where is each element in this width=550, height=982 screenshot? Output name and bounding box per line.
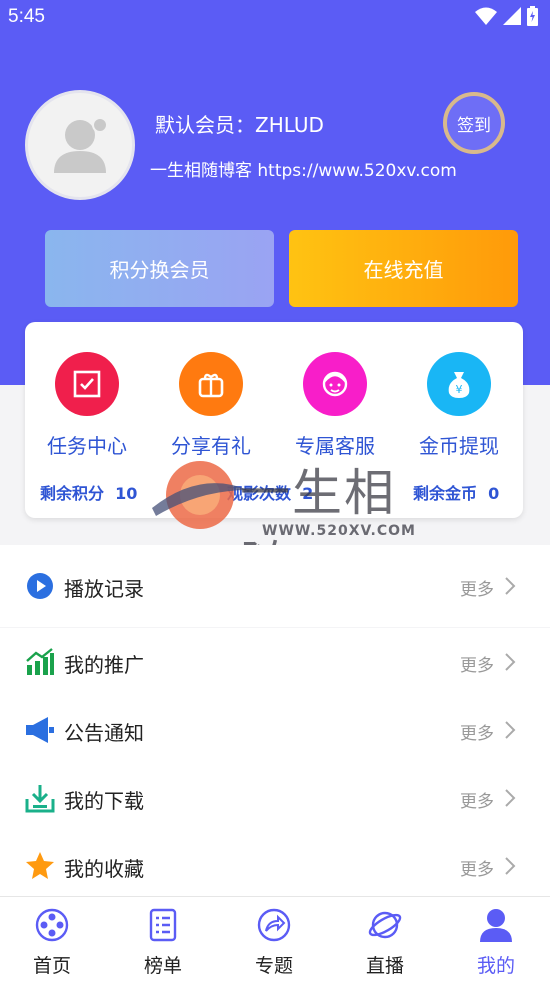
task-icon bbox=[55, 352, 119, 416]
customer-service[interactable]: 专属客服 bbox=[273, 352, 397, 459]
menu-item-my-favorites[interactable]: 我的收藏 更多 bbox=[0, 832, 550, 896]
svg-text:¥: ¥ bbox=[456, 383, 463, 396]
play-icon bbox=[24, 570, 56, 602]
views-label: 观影次数 bbox=[227, 484, 292, 503]
tab-label: 我的 bbox=[476, 955, 515, 977]
points-value: 10 bbox=[115, 484, 138, 503]
menu-title: 我的推广 bbox=[64, 653, 144, 677]
status-time: 5:45 bbox=[8, 6, 45, 27]
blog-line: 一生相随博客 https://www.520xv.com bbox=[150, 161, 457, 181]
menu-title: 我的下载 bbox=[64, 789, 144, 813]
tab-mine[interactable]: 我的 bbox=[446, 907, 546, 978]
user-icon bbox=[480, 909, 512, 942]
avatar[interactable] bbox=[25, 90, 135, 200]
tab-label: 榜单 bbox=[143, 955, 182, 977]
gift-icon bbox=[179, 352, 243, 416]
function-card: 任务中心 分享有礼 专属客服 ¥ 金币提现 剩余积分 10 观影次数 2 剩余金… bbox=[25, 322, 523, 518]
menu-more[interactable]: 更多 bbox=[460, 787, 494, 812]
menu-more[interactable]: 更多 bbox=[460, 575, 494, 600]
tab-live[interactable]: 直播 bbox=[335, 907, 435, 978]
chevron-right-icon bbox=[505, 577, 516, 595]
menu-more[interactable]: 更多 bbox=[460, 855, 494, 880]
chevron-right-icon bbox=[505, 653, 516, 671]
default-avatar-icon bbox=[54, 117, 108, 173]
customer-service-label: 专属客服 bbox=[295, 434, 375, 458]
task-center[interactable]: 任务中心 bbox=[25, 352, 149, 459]
menu-title: 我的收藏 bbox=[64, 857, 144, 881]
coin-withdraw[interactable]: ¥ 金币提现 bbox=[397, 352, 521, 459]
menu-more[interactable]: 更多 bbox=[460, 719, 494, 744]
checkin-button[interactable]: 签到 bbox=[443, 92, 505, 154]
menu-item-announcements[interactable]: 公告通知 更多 bbox=[0, 696, 550, 764]
bottom-tab-bar: 首页 榜单 专题 直播 我的 bbox=[0, 896, 550, 982]
coins-value: 0 bbox=[488, 484, 500, 503]
recharge-button[interactable]: 在线充值 bbox=[289, 230, 518, 307]
coins-stat: 剩余金币 0 bbox=[413, 480, 499, 504]
chevron-right-icon bbox=[505, 789, 516, 807]
chart-icon bbox=[24, 646, 56, 678]
chevron-right-icon bbox=[505, 721, 516, 739]
wifi-icon bbox=[475, 7, 497, 25]
menu-title: 播放记录 bbox=[64, 577, 144, 601]
coin-withdraw-label: 金币提现 bbox=[419, 434, 499, 458]
list-icon bbox=[149, 908, 177, 942]
tab-label: 直播 bbox=[365, 955, 404, 977]
planet-icon bbox=[368, 911, 402, 939]
tab-label: 专题 bbox=[254, 955, 293, 977]
chevron-right-icon bbox=[505, 857, 516, 875]
signal-icon bbox=[503, 7, 521, 25]
watermark-url: WWW.520XV.COM bbox=[262, 523, 416, 539]
menu-more[interactable]: 更多 bbox=[460, 651, 494, 676]
download-icon bbox=[24, 782, 56, 814]
tab-rankings[interactable]: 榜单 bbox=[113, 907, 213, 978]
menu-item-my-downloads[interactable]: 我的下载 更多 bbox=[0, 764, 550, 832]
points-label: 剩余积分 bbox=[40, 484, 105, 503]
battery-icon bbox=[527, 6, 538, 26]
megaphone-icon bbox=[24, 714, 56, 746]
member-name: 默认会员：ZHLUD bbox=[155, 113, 324, 137]
views-stat: 观影次数 2 bbox=[227, 480, 313, 504]
tab-topics[interactable]: 专题 bbox=[224, 907, 324, 978]
task-center-label: 任务中心 bbox=[47, 434, 127, 458]
tab-label: 首页 bbox=[32, 955, 71, 977]
coins-label: 剩余金币 bbox=[413, 484, 478, 503]
share-icon bbox=[257, 908, 291, 942]
service-icon bbox=[303, 352, 367, 416]
menu-title: 公告通知 bbox=[64, 721, 144, 745]
share-gift[interactable]: 分享有礼 bbox=[149, 352, 273, 459]
status-bar: 5:45 bbox=[0, 0, 550, 36]
points-exchange-button[interactable]: 积分换会员 bbox=[45, 230, 274, 307]
share-gift-label: 分享有礼 bbox=[171, 434, 251, 458]
points-stat: 剩余积分 10 bbox=[40, 480, 137, 504]
views-value: 2 bbox=[302, 484, 314, 503]
menu-item-my-promotion[interactable]: 我的推广 更多 bbox=[0, 628, 550, 696]
menu-item-play-history[interactable]: 播放记录 更多 bbox=[0, 545, 550, 627]
coin-bag-icon: ¥ bbox=[427, 352, 491, 416]
film-reel-icon bbox=[35, 908, 69, 942]
star-icon bbox=[24, 850, 56, 882]
tab-home[interactable]: 首页 bbox=[2, 907, 102, 978]
